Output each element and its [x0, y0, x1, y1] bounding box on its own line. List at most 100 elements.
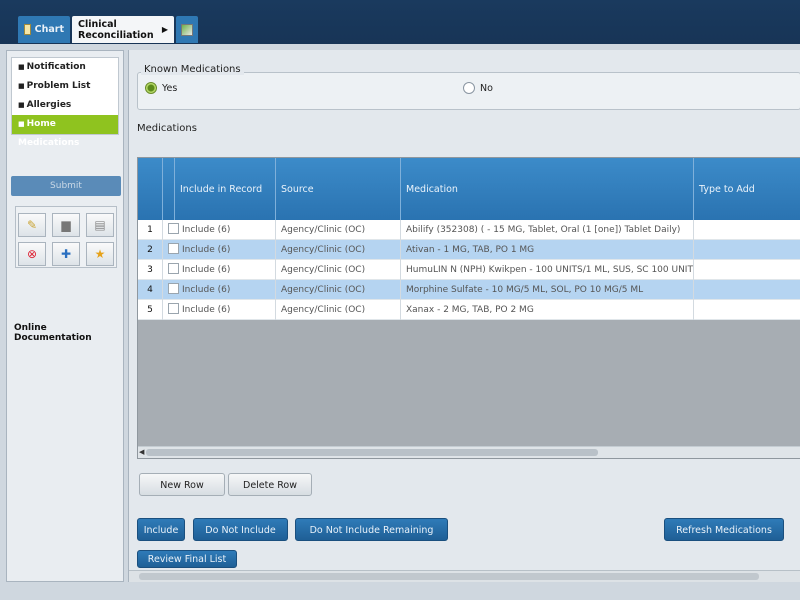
delete-icon[interactable]: ⊗: [18, 242, 46, 266]
sidebar-nav: ■ Notification ■ Problem List ■ Allergies ■…: [11, 57, 119, 148]
header-source[interactable]: Source: [276, 158, 401, 220]
include-value: Include (6): [182, 265, 231, 275]
radio-yes-label: Yes: [162, 82, 178, 94]
medications-grid: Include in Record Source Medication Type…: [137, 157, 800, 459]
header-row-num: [138, 158, 163, 220]
medication-cell: Ativan - 1 MG, TAB, PO 1 MG: [401, 240, 694, 260]
table-row[interactable]: 1 Include (6) Agency/Clinic (OC) Abilify…: [138, 220, 800, 240]
toolbox: ✎ ▆ ▤ ⊗ ✚ ★: [15, 206, 117, 268]
save-icon[interactable]: ▆: [52, 213, 80, 237]
row-checkbox[interactable]: [168, 223, 179, 234]
type-cell[interactable]: [694, 280, 800, 300]
sidebar-item-allergies[interactable]: ■ Allergies: [12, 96, 118, 115]
chart-doc-icon: [24, 24, 31, 35]
source-cell: Agency/Clinic (OC): [276, 220, 401, 240]
grid-header: Include in Record Source Medication Type…: [138, 158, 800, 220]
row-num: 3: [138, 260, 163, 280]
type-cell[interactable]: [694, 300, 800, 320]
tab-chart[interactable]: Chart: [18, 16, 70, 43]
type-cell[interactable]: [694, 260, 800, 280]
sidebar-item-notification[interactable]: ■ Notification: [12, 58, 118, 77]
document-icon[interactable]: ▤: [86, 213, 114, 237]
star-icon[interactable]: ★: [86, 242, 114, 266]
radio-no[interactable]: No: [463, 82, 493, 94]
type-cell[interactable]: [694, 240, 800, 260]
new-row-button[interactable]: New Row: [139, 473, 225, 496]
grid-horizontal-scrollbar[interactable]: ◀: [138, 446, 800, 458]
radio-yes[interactable]: Yes: [145, 82, 177, 94]
tab-chart-label: Chart: [34, 24, 64, 35]
medication-cell: Abilify (352308) ( - 15 MG, Tablet, Oral…: [401, 220, 694, 240]
medications-title: Medications: [137, 123, 197, 134]
main-content: Known Medications Yes No Medications Inc…: [128, 50, 800, 582]
do-not-include-remaining-button[interactable]: Do Not Include Remaining: [295, 518, 448, 541]
row-checkbox[interactable]: [168, 263, 179, 274]
scrollbar-thumb[interactable]: [146, 449, 598, 456]
known-medications-legend: Known Medications: [141, 64, 244, 75]
header-type-to-add[interactable]: Type to Add: [694, 158, 800, 220]
row-num: 1: [138, 220, 163, 240]
include-value: Include (6): [182, 305, 231, 315]
table-row[interactable]: 2 Include (6) Agency/Clinic (OC) Ativan …: [138, 240, 800, 260]
medication-cell: HumuLIN N (NPH) Kwikpen - 100 UNITS/1 ML…: [401, 260, 694, 280]
radio-no-label: No: [480, 82, 493, 94]
table-row[interactable]: 4 Include (6) Agency/Clinic (OC) Morphin…: [138, 280, 800, 300]
row-num: 5: [138, 300, 163, 320]
delete-row-button[interactable]: Delete Row: [228, 473, 312, 496]
sidebar-item-home-medications[interactable]: ■ Home Medications: [12, 115, 118, 148]
note-icon[interactable]: ✎: [18, 213, 46, 237]
source-cell: Agency/Clinic (OC): [276, 260, 401, 280]
sidebar-item-label: Home Medications: [18, 119, 80, 148]
puzzle-icon[interactable]: ✚: [52, 242, 80, 266]
top-bar: Chart Clinical Reconciliation ▶: [0, 0, 800, 46]
radio-yes-indicator[interactable]: [145, 82, 157, 94]
include-button[interactable]: Include: [137, 518, 185, 541]
tab-arrow-icon: ▶: [161, 25, 168, 34]
sidebar-item-label: Allergies: [26, 100, 72, 110]
do-not-include-button[interactable]: Do Not Include: [193, 518, 288, 541]
include-cell[interactable]: Include (6): [163, 240, 276, 260]
row-checkbox[interactable]: [168, 303, 179, 314]
sidebar-item-label: Notification: [26, 62, 86, 72]
bullet-icon: ■: [18, 63, 25, 71]
refresh-medications-button[interactable]: Refresh Medications: [664, 518, 784, 541]
radio-no-indicator[interactable]: [463, 82, 475, 94]
page-horizontal-scrollbar[interactable]: [129, 570, 800, 582]
tab-clinical-label: Clinical Reconciliation: [78, 18, 154, 41]
include-cell[interactable]: Include (6): [163, 260, 276, 280]
include-cell[interactable]: Include (6): [163, 220, 276, 240]
include-cell[interactable]: Include (6): [163, 280, 276, 300]
medication-cell: Morphine Sulfate - 10 MG/5 ML, SOL, PO 1…: [401, 280, 694, 300]
medication-cell: Xanax - 2 MG, TAB, PO 2 MG: [401, 300, 694, 320]
include-value: Include (6): [182, 285, 231, 295]
tab-extra[interactable]: [176, 16, 198, 43]
bullet-icon: ■: [18, 101, 25, 109]
sidebar-item-problem-list[interactable]: ■ Problem List: [12, 77, 118, 96]
sidebar-item-label: Problem List: [26, 81, 91, 91]
row-num: 4: [138, 280, 163, 300]
grid-rows: 1 Include (6) Agency/Clinic (OC) Abilify…: [138, 220, 800, 320]
type-cell[interactable]: [694, 220, 800, 240]
header-medication[interactable]: Medication: [401, 158, 694, 220]
online-documentation-link[interactable]: Online Documentation: [14, 323, 123, 343]
sidebar: ■ Notification ■ Problem List ■ Allergies ■…: [6, 50, 124, 582]
row-num: 2: [138, 240, 163, 260]
bullet-icon: ■: [18, 82, 25, 90]
app-body: ■ Notification ■ Problem List ■ Allergies ■…: [0, 44, 800, 600]
page-scrollbar-thumb[interactable]: [139, 573, 759, 580]
include-value: Include (6): [182, 245, 231, 255]
table-row[interactable]: 3 Include (6) Agency/Clinic (OC) HumuLIN…: [138, 260, 800, 280]
header-include[interactable]: Include in Record: [175, 158, 276, 220]
source-cell: Agency/Clinic (OC): [276, 240, 401, 260]
row-checkbox[interactable]: [168, 283, 179, 294]
tab-clinical-reconciliation[interactable]: Clinical Reconciliation ▶: [72, 16, 174, 43]
header-checkbox: [163, 158, 175, 220]
source-cell: Agency/Clinic (OC): [276, 300, 401, 320]
include-cell[interactable]: Include (6): [163, 300, 276, 320]
table-row[interactable]: 5 Include (6) Agency/Clinic (OC) Xanax -…: [138, 300, 800, 320]
row-checkbox[interactable]: [168, 243, 179, 254]
submit-button[interactable]: Submit: [11, 176, 121, 196]
review-final-list-button[interactable]: Review Final List: [137, 550, 237, 568]
include-value: Include (6): [182, 225, 231, 235]
scroll-left-icon[interactable]: ◀: [139, 448, 144, 456]
